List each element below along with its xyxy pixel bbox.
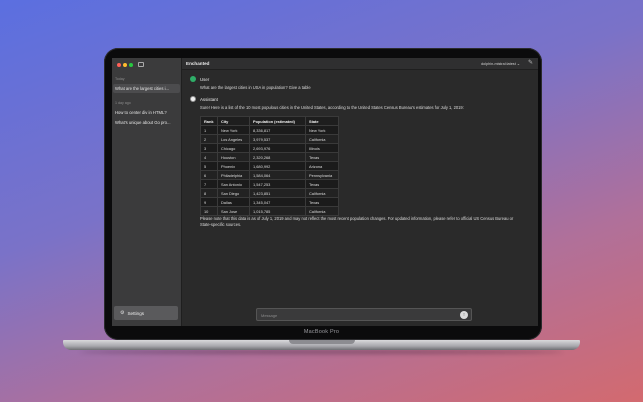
- assistant-message-header: Assistant: [190, 96, 218, 102]
- table-cell: Pennsylvania: [305, 170, 339, 180]
- table-header-city: City: [217, 116, 250, 126]
- table-cell: 1,547,253: [249, 179, 306, 189]
- table-row: 7 San Antonio 1,547,253 Texas: [200, 179, 339, 189]
- message-input-box: ↑: [256, 308, 472, 321]
- close-window-button[interactable]: [117, 63, 121, 67]
- table-cell: Texas: [305, 152, 339, 162]
- table-cell: Illinois: [305, 143, 339, 153]
- table-header-state: State: [305, 116, 339, 126]
- model-selector[interactable]: dolphin-mistral:latest ⌄: [481, 61, 520, 66]
- table-cell: 8,336,817: [249, 125, 306, 135]
- table-row: 4 Houston 2,320,268 Texas: [200, 152, 339, 162]
- table-cell: Philadelphia: [217, 170, 250, 180]
- table-row: 5 Phoenix 1,680,992 Arizona: [200, 161, 339, 171]
- population-table: Rank City Population (estimated) State 1…: [200, 116, 339, 216]
- settings-label: Settings: [127, 310, 145, 316]
- table-row: 10 San Jose 1,015,785 California: [200, 206, 339, 216]
- table-cell: 1,015,785: [249, 206, 306, 216]
- table-body: 1 New York 8,336,817 New York 2 Los Angeles 3,…: [200, 125, 339, 216]
- table-cell: 1,345,047: [249, 197, 306, 207]
- sidebar: Today What are the largest cities i... 1…: [112, 58, 182, 326]
- table-cell: 8: [200, 188, 218, 198]
- table-cell: New York: [305, 125, 339, 135]
- app-window: Today What are the largest cities i... 1…: [112, 58, 538, 326]
- table-row: 1 New York 8,336,817 New York: [200, 125, 339, 135]
- table-cell: California: [305, 134, 339, 144]
- app-title: Enchanted: [186, 61, 210, 66]
- user-role-label: User: [200, 76, 210, 82]
- user-message-text: What are the largest cities in USA in po…: [200, 85, 311, 90]
- message-input[interactable]: [261, 311, 451, 319]
- table-row: 3 Chicago 2,693,976 Illinois: [200, 143, 339, 153]
- sidebar-chat-item[interactable]: How to center div in HTML?: [113, 108, 180, 117]
- table-row: 6 Philadelphia 1,584,064 Pennsylvania: [200, 170, 339, 180]
- settings-button[interactable]: ⚙ Settings: [114, 306, 178, 320]
- table-cell: New York: [217, 125, 250, 135]
- table-cell: Dallas: [217, 197, 250, 207]
- table-cell: 2: [200, 134, 218, 144]
- table-cell: 10: [200, 206, 218, 216]
- arrow-up-icon: ↑: [462, 312, 466, 318]
- table-cell: San Jose: [217, 206, 250, 216]
- table-cell: 3,979,537: [249, 134, 306, 144]
- assistant-intro-text: Sure! Here is a list of the 10 most popu…: [200, 105, 464, 110]
- assistant-avatar: [190, 96, 196, 102]
- sidebar-toggle-icon[interactable]: [138, 62, 144, 67]
- new-chat-icon[interactable]: ✎: [528, 60, 533, 66]
- table-cell: 9: [200, 197, 218, 207]
- table-cell: Arizona: [305, 161, 339, 171]
- assistant-role-label: Assistant: [200, 96, 218, 102]
- table-cell: Los Angeles: [217, 134, 250, 144]
- table-cell: 3: [200, 143, 218, 153]
- sidebar-section-today: Today: [115, 77, 125, 81]
- table-row: 9 Dallas 1,345,047 Texas: [200, 197, 339, 207]
- table-header-rank: Rank: [200, 116, 218, 126]
- chat-area: Enchanted dolphin-mistral:latest ⌄ ✎ Use…: [182, 58, 538, 326]
- laptop-notch: [289, 340, 355, 344]
- minimize-window-button[interactable]: [123, 63, 127, 67]
- user-avatar: [190, 76, 196, 82]
- table-cell: Houston: [217, 152, 250, 162]
- table-cell: 4: [200, 152, 218, 162]
- table-cell: 6: [200, 170, 218, 180]
- table-cell: San Antonio: [217, 179, 250, 189]
- laptop-shadow: [80, 350, 563, 354]
- table-cell: 5: [200, 161, 218, 171]
- sidebar-section-1-day-ago: 1 day ago: [115, 101, 131, 105]
- sidebar-chat-item[interactable]: What are the largest cities i...: [113, 84, 180, 93]
- assistant-outro-text: Please note that this data is as of July…: [200, 216, 514, 227]
- table-cell: California: [305, 206, 339, 216]
- zoom-window-button[interactable]: [129, 63, 133, 67]
- table-cell: 1,584,064: [249, 170, 306, 180]
- table-cell: Chicago: [217, 143, 250, 153]
- gear-icon: ⚙: [120, 310, 125, 316]
- user-message-header: User: [190, 76, 209, 82]
- table-row: 8 San Diego 1,423,851 California: [200, 188, 339, 198]
- table-header-population: Population (estimated): [249, 116, 306, 126]
- sidebar-chat-item[interactable]: What's unique about Go pro...: [113, 118, 180, 127]
- device-label: MacBook Pro: [303, 329, 340, 335]
- table-cell: Texas: [305, 179, 339, 189]
- table-cell: California: [305, 188, 339, 198]
- table-header-row: Rank City Population (estimated) State: [200, 116, 339, 126]
- table-cell: 1: [200, 125, 218, 135]
- table-cell: 7: [200, 179, 218, 189]
- send-button[interactable]: ↑: [460, 311, 468, 319]
- table-cell: 2,320,268: [249, 152, 306, 162]
- table-cell: Phoenix: [217, 161, 250, 171]
- table-cell: Texas: [305, 197, 339, 207]
- table-row: 2 Los Angeles 3,979,537 California: [200, 134, 339, 144]
- table-cell: 2,693,976: [249, 143, 306, 153]
- table-cell: 1,423,851: [249, 188, 306, 198]
- window-controls: [117, 63, 133, 67]
- table-cell: San Diego: [217, 188, 250, 198]
- top-bar: Enchanted dolphin-mistral:latest ⌄ ✎: [182, 58, 538, 70]
- table-cell: 1,680,992: [249, 161, 306, 171]
